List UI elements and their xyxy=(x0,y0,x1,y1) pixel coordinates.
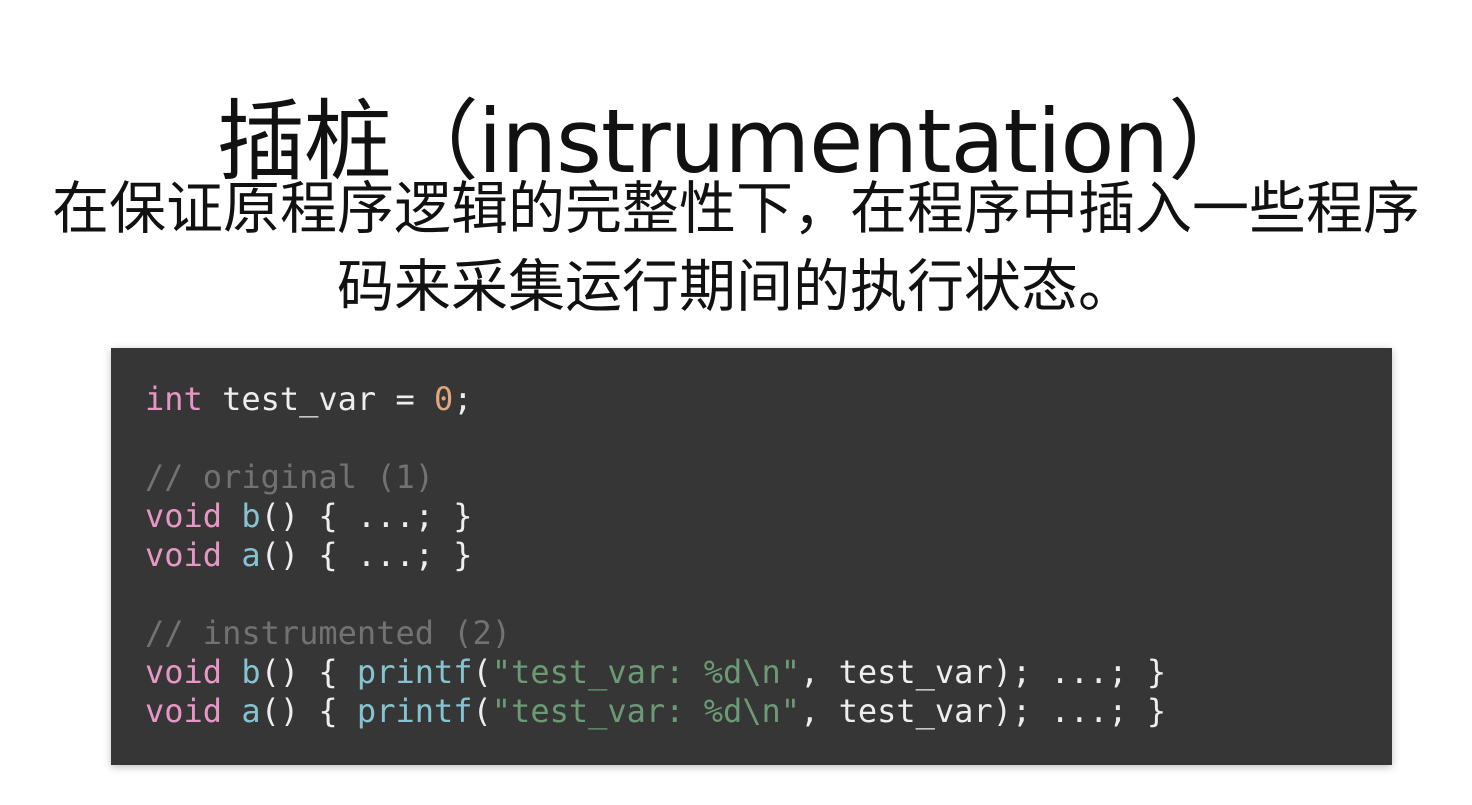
code-line-b-original: void b() { ...; } xyxy=(145,497,1392,536)
call-token: printf xyxy=(356,653,473,691)
code-line-b-instrumented: void b() { printf("test_var: %d\n", test… xyxy=(145,653,1392,692)
code-line-a-original: void a() { ...; } xyxy=(145,536,1392,575)
code-line-declaration: int test_var = 0; xyxy=(145,380,1392,419)
keyword-token: void xyxy=(145,497,223,535)
code-block: int test_var = 0; // original (1) void b… xyxy=(111,348,1392,765)
keyword-token: void xyxy=(145,536,223,574)
slide-subtitle: 在保证原程序逻辑的完整性下，在程序中插入一些程序 码来采集运行期间的执行状态。 xyxy=(30,170,1442,326)
function-name-token: a xyxy=(241,692,261,730)
function-name-token: b xyxy=(241,653,261,691)
keyword-token: void xyxy=(145,692,223,730)
plain-token: ( xyxy=(472,692,492,730)
plain-token: ( xyxy=(472,653,492,691)
plain-token: () { ...; } xyxy=(260,497,473,535)
code-line-a-instrumented: void a() { printf("test_var: %d\n", test… xyxy=(145,692,1392,731)
subtitle-line-2: 码来采集运行期间的执行状态。 xyxy=(337,254,1135,320)
plain-token: ; xyxy=(453,380,473,418)
plain-token: , test_var); ...; } xyxy=(800,692,1167,730)
plain-token: test_var = xyxy=(202,380,434,418)
call-token: printf xyxy=(356,692,473,730)
plain-token: () { xyxy=(260,653,357,691)
number-token: 0 xyxy=(433,380,454,418)
string-token: "test_var: %d\n" xyxy=(491,692,801,730)
keyword-token: int xyxy=(145,380,203,418)
function-name-token: a xyxy=(241,536,261,574)
keyword-token: void xyxy=(145,653,223,691)
plain-token: () { xyxy=(260,692,357,730)
plain-token: () { ...; } xyxy=(260,536,473,574)
code-comment-instrumented: // instrumented (2) xyxy=(145,614,512,652)
subtitle-line-1: 在保证原程序逻辑的完整性下，在程序中插入一些程序 xyxy=(52,176,1420,242)
plain-token: , test_var); ...; } xyxy=(800,653,1167,691)
code-comment-original: // original (1) xyxy=(145,458,434,496)
string-token: "test_var: %d\n" xyxy=(491,653,801,691)
function-name-token: b xyxy=(241,497,261,535)
